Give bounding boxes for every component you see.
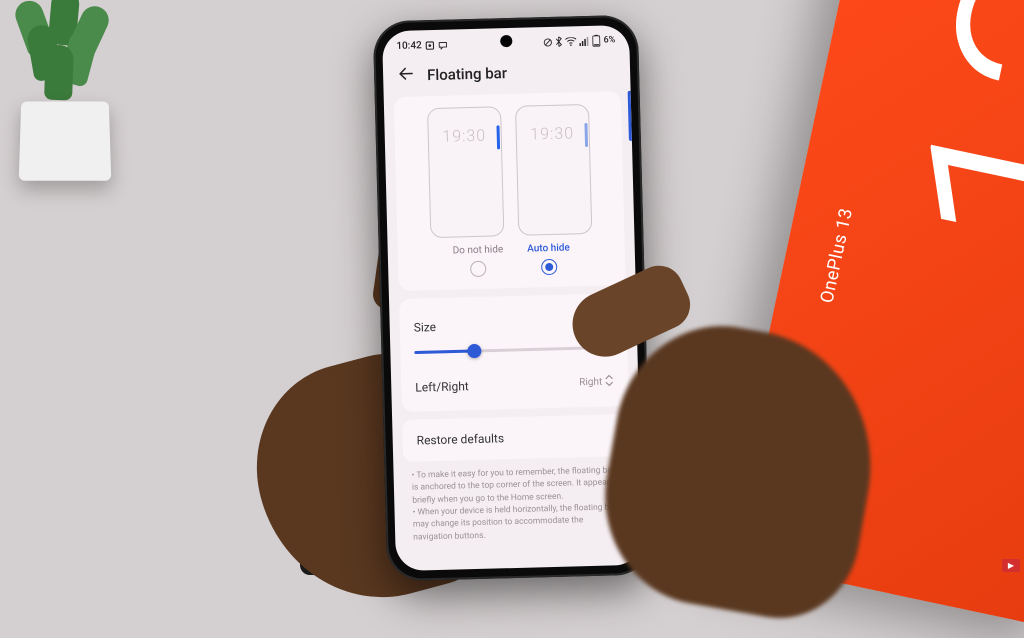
signal-icon xyxy=(579,36,589,45)
wifi-icon xyxy=(565,37,576,46)
back-button[interactable] xyxy=(397,64,416,86)
product-box-number: 13 xyxy=(905,0,1024,283)
battery-icon xyxy=(592,35,600,47)
radio-circle-active-icon xyxy=(541,259,557,275)
preview-do-not-hide[interactable]: 19:30 xyxy=(427,106,504,238)
product-box: OnePlus 13 13 xyxy=(721,0,1024,628)
left-right-label: Left/Right xyxy=(415,379,469,394)
radio-do-not-hide[interactable]: Do not hide xyxy=(452,244,503,277)
floating-bar-indicator[interactable] xyxy=(628,91,632,141)
message-icon xyxy=(439,40,448,49)
phone-frame: 10:42 xyxy=(373,15,653,582)
hide-mode-card: 19:30 19:30 Do not hide xyxy=(394,91,626,291)
preview-floating-bar-faded xyxy=(584,123,588,147)
preview-auto-hide[interactable]: 19:30 xyxy=(514,104,591,236)
preview-clock: 19:30 xyxy=(516,123,588,144)
help-line-2: • When your device is held horizontally,… xyxy=(412,501,624,543)
page-title: Floating bar xyxy=(427,64,507,84)
help-text: • To make it easy for you to remember, t… xyxy=(393,464,642,544)
restore-defaults-button[interactable]: Restore defaults xyxy=(402,414,630,462)
up-down-chevron-icon xyxy=(604,373,614,390)
radio-label: Do not hide xyxy=(452,244,503,256)
preview-clock: 19:30 xyxy=(428,125,500,146)
radio-auto-hide[interactable]: Auto hide xyxy=(527,242,570,275)
size-label: Size xyxy=(414,315,613,334)
size-position-card: Size Left/Right Right xyxy=(399,293,629,412)
smartwatch xyxy=(300,535,370,575)
radio-label: Auto hide xyxy=(527,242,570,254)
notification-icon xyxy=(426,40,435,49)
product-box-brand: OnePlus 13 xyxy=(816,206,857,305)
statusbar-battery-pct: 6% xyxy=(603,35,615,45)
left-right-value: Right xyxy=(579,377,602,389)
phone-screen: 10:42 xyxy=(382,25,643,571)
bluetooth-icon xyxy=(555,37,562,47)
left-right-row[interactable]: Left/Right Right xyxy=(411,365,619,399)
help-line-1: • To make it easy for you to remember, t… xyxy=(411,464,623,506)
dnd-icon xyxy=(543,37,552,46)
plant-decor xyxy=(0,0,150,180)
statusbar-time: 10:42 xyxy=(396,40,422,52)
restore-label: Restore defaults xyxy=(417,431,505,447)
size-slider[interactable] xyxy=(414,339,613,360)
preview-floating-bar xyxy=(496,125,500,149)
radio-circle-icon xyxy=(470,261,486,277)
watermark: ▶ xyxy=(1002,559,1020,572)
